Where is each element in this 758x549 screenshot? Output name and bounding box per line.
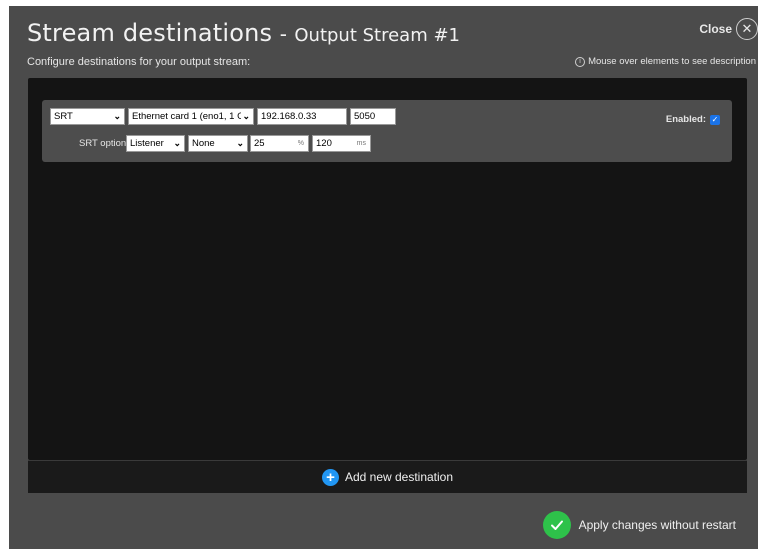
srt-latency-unit: ms (356, 140, 366, 147)
description-hint: i Mouse over elements to see description (575, 56, 756, 67)
title-separator: - (279, 22, 287, 46)
info-icon: i (575, 56, 586, 67)
port-input[interactable]: 5050 (350, 108, 396, 125)
destination-card: SRT ⌄ Ethernet card 1 (eno1, 1 G ⌄ 192.1… (42, 100, 732, 162)
ip-address-input[interactable]: 192.168.0.33 (257, 108, 347, 125)
checkmark-icon (542, 511, 571, 539)
dialog-subtitle: Configure destinations for your output s… (27, 56, 251, 68)
srt-latency-value: 120 (316, 138, 332, 149)
srt-overhead-unit: % (297, 140, 304, 147)
srt-latency-input[interactable]: 120 ms (312, 135, 371, 152)
chevron-down-icon: ⌄ (173, 138, 181, 148)
add-destination-button[interactable]: + Add new destination (28, 460, 747, 493)
srt-mode-select[interactable]: Listener ⌄ (126, 135, 185, 152)
add-destination-label: Add new destination (344, 470, 454, 484)
protocol-value: SRT (54, 111, 73, 122)
close-icon[interactable]: ✕ (736, 18, 758, 40)
chevron-down-icon: ⌄ (241, 109, 250, 124)
interface-select[interactable]: Ethernet card 1 (eno1, 1 G ⌄ (128, 108, 254, 125)
apply-changes-label: Apply changes without restart (578, 518, 736, 532)
interface-value: Ethernet card 1 (eno1, 1 G (132, 111, 245, 122)
dialog-title: Stream destinations - Output Stream #1 (27, 19, 460, 47)
hint-text: Mouse over elements to see description (588, 56, 756, 67)
close-button[interactable]: Close ✕ (699, 18, 758, 40)
enabled-toggle[interactable]: Enabled: ✓ (666, 114, 720, 125)
srt-overhead-value: 25 (254, 138, 265, 149)
stream-destinations-dialog: Stream destinations - Output Stream #1 C… (9, 6, 758, 549)
srt-mode-value: Listener (130, 138, 164, 149)
apply-changes-button[interactable]: Apply changes without restart (542, 511, 736, 539)
title-stream-name: Output Stream #1 (294, 25, 461, 46)
chevron-down-icon: ⌄ (236, 138, 244, 148)
protocol-select[interactable]: SRT ⌄ (50, 108, 125, 125)
srt-encryption-value: None (192, 138, 215, 149)
enabled-checkbox[interactable]: ✓ (710, 114, 720, 125)
enabled-label: Enabled: (665, 114, 706, 125)
title-main: Stream destinations (27, 19, 273, 47)
destinations-panel: SRT ⌄ Ethernet card 1 (eno1, 1 G ⌄ 192.1… (28, 78, 747, 460)
srt-encryption-select[interactable]: None ⌄ (188, 135, 248, 152)
chevron-down-icon: ⌄ (113, 111, 121, 121)
plus-icon: + (321, 468, 339, 486)
close-label: Close (699, 22, 732, 36)
srt-overhead-input[interactable]: 25 % (250, 135, 309, 152)
